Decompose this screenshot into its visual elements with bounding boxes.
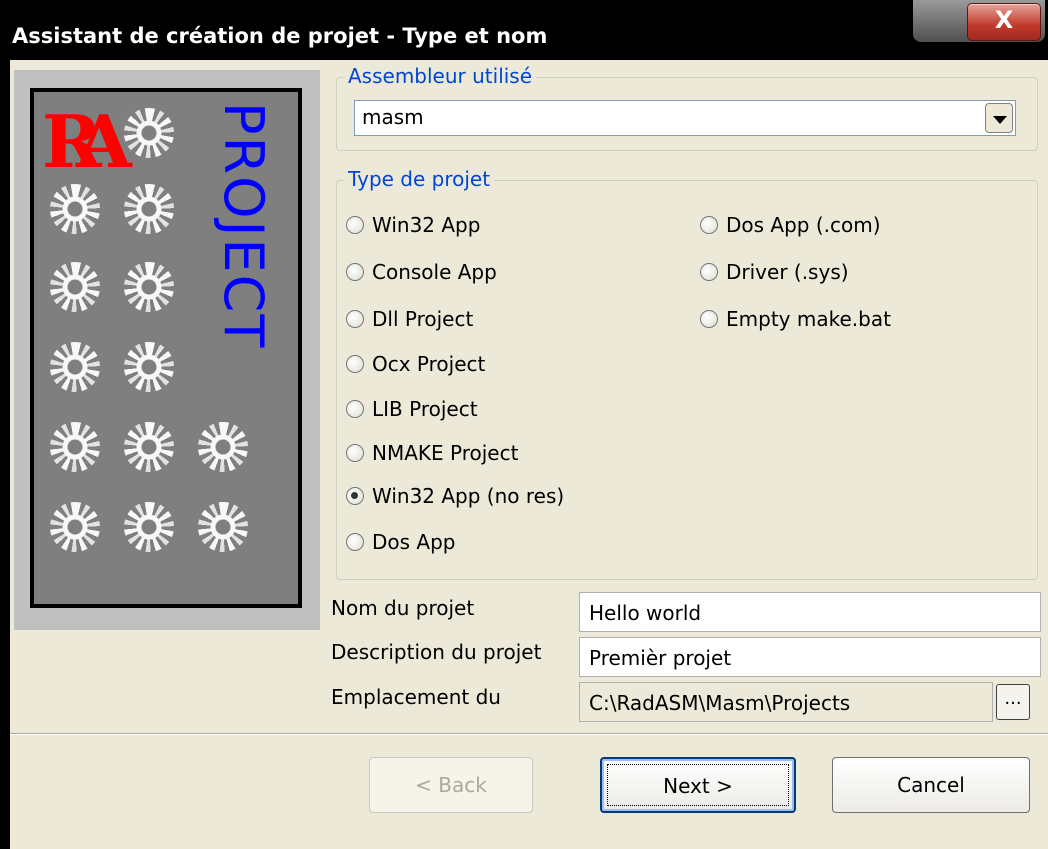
swirl-icon	[50, 184, 100, 234]
project-description-label: Description du projet	[331, 640, 542, 664]
radio-icon	[346, 355, 364, 373]
radio-label: Dos App	[372, 530, 456, 554]
swirl-icon	[50, 342, 100, 392]
swirl-icon	[50, 502, 100, 552]
next-button[interactable]: Next >	[600, 757, 796, 813]
assembler-select[interactable]: masm	[354, 100, 1016, 136]
project-vertical-text: PROJECT	[212, 102, 275, 350]
swirl-icon	[50, 422, 100, 472]
radio-label: Dos App (.com)	[726, 213, 881, 237]
radio-driver-sys[interactable]: Driver (.sys)	[700, 258, 849, 286]
project-name-value: Hello world	[589, 601, 702, 625]
radio-label: LIB Project	[372, 397, 478, 421]
swirl-icon	[124, 502, 174, 552]
focus-rect	[607, 764, 789, 806]
assembler-select-value: masm	[362, 105, 424, 129]
radio-win32-app-no-res[interactable]: Win32 App (no res)	[346, 482, 564, 510]
radio-label: Console App	[372, 260, 497, 284]
radio-dll-project[interactable]: Dll Project	[346, 305, 473, 333]
radio-ocx-project[interactable]: Ocx Project	[346, 350, 485, 378]
radio-label: NMAKE Project	[372, 441, 519, 465]
dropdown-button[interactable]	[985, 103, 1013, 133]
radio-selected-icon	[346, 487, 364, 505]
swirl-icon	[50, 262, 100, 312]
button-separator	[10, 733, 1048, 735]
radio-icon	[700, 263, 718, 281]
radio-label: Empty make.bat	[726, 307, 891, 331]
close-button[interactable]: X	[967, 3, 1041, 41]
swirl-icon	[124, 108, 174, 158]
radio-dos-app-com[interactable]: Dos App (.com)	[700, 211, 881, 239]
radio-dos-app[interactable]: Dos App	[346, 528, 456, 556]
radio-empty-make-bat[interactable]: Empty make.bat	[700, 305, 891, 333]
project-location-label: Emplacement du	[331, 685, 501, 709]
wizard-window: Assistant de création de projet - Type e…	[0, 0, 1048, 849]
swirl-icon	[124, 262, 174, 312]
radio-console-app[interactable]: Console App	[346, 258, 497, 286]
radio-icon	[700, 310, 718, 328]
close-icon: X	[994, 6, 1014, 34]
wizard-image: RA PROJECT	[30, 88, 302, 608]
close-button-frame: X	[913, 0, 1045, 42]
radio-label: Win32 App	[372, 213, 481, 237]
chevron-down-icon	[993, 116, 1007, 124]
title-bar[interactable]: Assistant de création de projet - Type e…	[0, 0, 1048, 60]
radio-lib-project[interactable]: LIB Project	[346, 395, 478, 423]
radio-icon	[346, 216, 364, 234]
radasm-logo: RA	[42, 99, 132, 184]
radio-label: Win32 App (no res)	[372, 484, 565, 508]
cancel-button-label: Cancel	[897, 773, 965, 797]
back-button-label: < Back	[415, 773, 487, 797]
cancel-button[interactable]: Cancel	[832, 757, 1030, 813]
radio-icon	[346, 533, 364, 551]
radio-icon	[346, 444, 364, 462]
radio-icon	[346, 263, 364, 281]
radio-label: Ocx Project	[372, 352, 486, 376]
project-description-input[interactable]: Premièr projet	[579, 637, 1041, 677]
radio-label: Dll Project	[372, 307, 474, 331]
radio-icon	[346, 400, 364, 418]
browse-location-button[interactable]: ...	[996, 684, 1030, 720]
back-button[interactable]: < Back	[369, 757, 533, 813]
window-border	[0, 60, 10, 849]
project-type-legend: Type de projet	[344, 167, 495, 191]
radio-icon	[346, 310, 364, 328]
radio-win32-app[interactable]: Win32 App	[346, 211, 480, 239]
swirl-icon	[198, 422, 248, 472]
project-type-group	[336, 180, 1038, 580]
radio-nmake-project[interactable]: NMAKE Project	[346, 439, 518, 467]
swirl-icon	[124, 422, 174, 472]
radio-icon	[700, 216, 718, 234]
project-name-label: Nom du projet	[331, 596, 475, 620]
assembler-legend: Assembleur utilisé	[344, 64, 537, 88]
swirl-icon	[124, 342, 174, 392]
project-name-input[interactable]: Hello world	[579, 592, 1041, 632]
project-location-value: C:\RadASM\Masm\Projects	[589, 691, 851, 715]
radio-label: Driver (.sys)	[726, 260, 849, 284]
swirl-icon	[124, 184, 174, 234]
swirl-icon	[198, 502, 248, 552]
project-description-value: Premièr projet	[589, 646, 732, 670]
project-location-field[interactable]: C:\RadASM\Masm\Projects	[579, 682, 993, 722]
window-title: Assistant de création de projet - Type e…	[12, 24, 548, 48]
